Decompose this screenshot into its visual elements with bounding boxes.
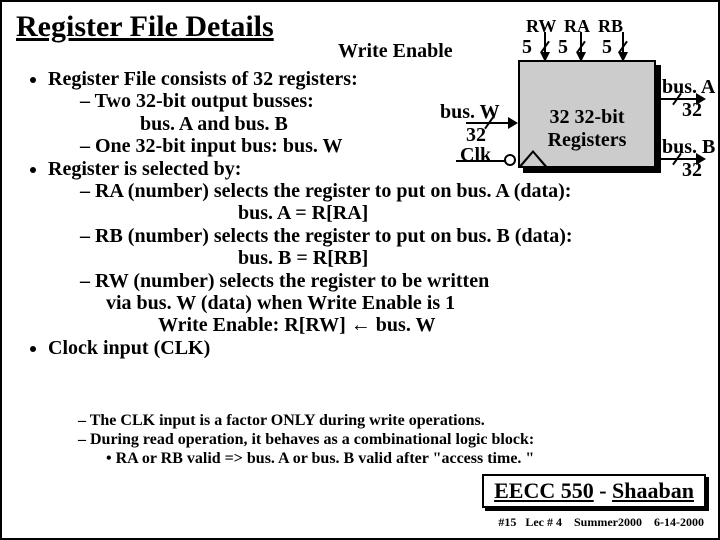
footer-lec: Lec # 4 xyxy=(525,515,562,529)
course-prof: Shaaban xyxy=(612,478,694,503)
footer-slide: #15 xyxy=(498,515,516,529)
write-enable-label: Write Enable xyxy=(338,40,453,63)
bullet-2c-cont: via bus. W (data) when Write Enable is 1 xyxy=(48,292,573,314)
course-code: EECC 550 xyxy=(494,478,594,503)
fbullet-2: During read operation, it behaves as a c… xyxy=(78,431,534,450)
busa-bits: 32 xyxy=(682,99,702,122)
course-box: EECC 550 - Shaaban xyxy=(482,474,706,508)
bullet-2b-eq: bus. B = R[RB] xyxy=(48,247,573,269)
bullet-1b: One 32-bit input bus: bus. W xyxy=(80,135,573,157)
footer-bullets: The CLK input is a factor ONLY during wr… xyxy=(28,412,534,469)
bullet-1a: Two 32-bit output busses: xyxy=(80,90,573,112)
bits-rb: 5 xyxy=(602,36,612,59)
bullet-2a: RA (number) selects the register to put … xyxy=(80,180,573,202)
bits-ra: 5 xyxy=(558,36,568,59)
main-bullets: Register File consists of 32 registers: … xyxy=(22,68,573,359)
bullet-2: Register is selected by: xyxy=(48,158,573,180)
busa-label: bus. A xyxy=(662,76,715,99)
footer-term: Summer2000 xyxy=(574,515,642,529)
fbullet-2a: RA or RB valid => bus. A or bus. B valid… xyxy=(106,450,534,469)
bullet-1: Register File consists of 32 registers: xyxy=(48,68,573,90)
footer-date: 6-14-2000 xyxy=(654,515,704,529)
bullet-2c-eq: Write Enable: R[RW] ← bus. W xyxy=(48,314,573,336)
course-sep: - xyxy=(594,478,612,503)
bullet-2a-eq: bus. A = R[RA] xyxy=(48,202,573,224)
bullet-2c: RW (number) selects the register to be w… xyxy=(80,270,573,292)
bits-rw: 5 xyxy=(522,36,532,59)
busb-label: bus. B xyxy=(662,136,715,159)
busb-bits: 32 xyxy=(682,159,702,182)
slide-title: Register File Details xyxy=(16,10,274,44)
bullet-3: Clock input (CLK) xyxy=(48,337,573,359)
fbullet-1: The CLK input is a factor ONLY during wr… xyxy=(78,412,534,431)
bullet-2b: RB (number) selects the register to put … xyxy=(80,225,573,247)
bullet-1a-sub: bus. A and bus. B xyxy=(140,113,573,135)
footer-line: #15 Lec # 4 Summer2000 6-14-2000 xyxy=(498,515,704,530)
